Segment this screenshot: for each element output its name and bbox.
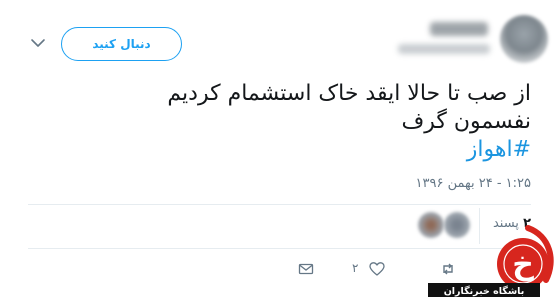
tweet-text-line: از صب تا حالا ایقد خاک استشمام کردیم [167, 81, 531, 106]
follow-button[interactable]: دنبال کنید [61, 27, 182, 61]
logo-letter: خ [512, 247, 534, 282]
envelope-icon[interactable] [298, 261, 314, 277]
author-name-redacted[interactable] [430, 22, 488, 36]
tweet-text-line: نفسمون گرف [401, 109, 531, 134]
watermark-text: باشگاه خبرنگاران [444, 285, 525, 297]
heart-icon[interactable] [369, 261, 385, 277]
tweet-timestamp[interactable]: ۱:۲۵ - ۲۴ بهمن ۱۳۹۶ [416, 176, 532, 191]
hashtag-link[interactable]: #اهواز [51, 136, 531, 164]
like-action-count: ۲ [352, 261, 359, 275]
divider [28, 204, 531, 205]
tweet-text: از صب تا حالا ایقد خاک استشمام کردیم نفس… [51, 80, 531, 164]
news-agency-logo: خ باشگاه خبرنگاران [428, 225, 554, 297]
author-avatar[interactable] [500, 15, 548, 63]
chevron-down-icon[interactable] [30, 37, 46, 49]
author-handle-redacted[interactable] [398, 44, 490, 54]
